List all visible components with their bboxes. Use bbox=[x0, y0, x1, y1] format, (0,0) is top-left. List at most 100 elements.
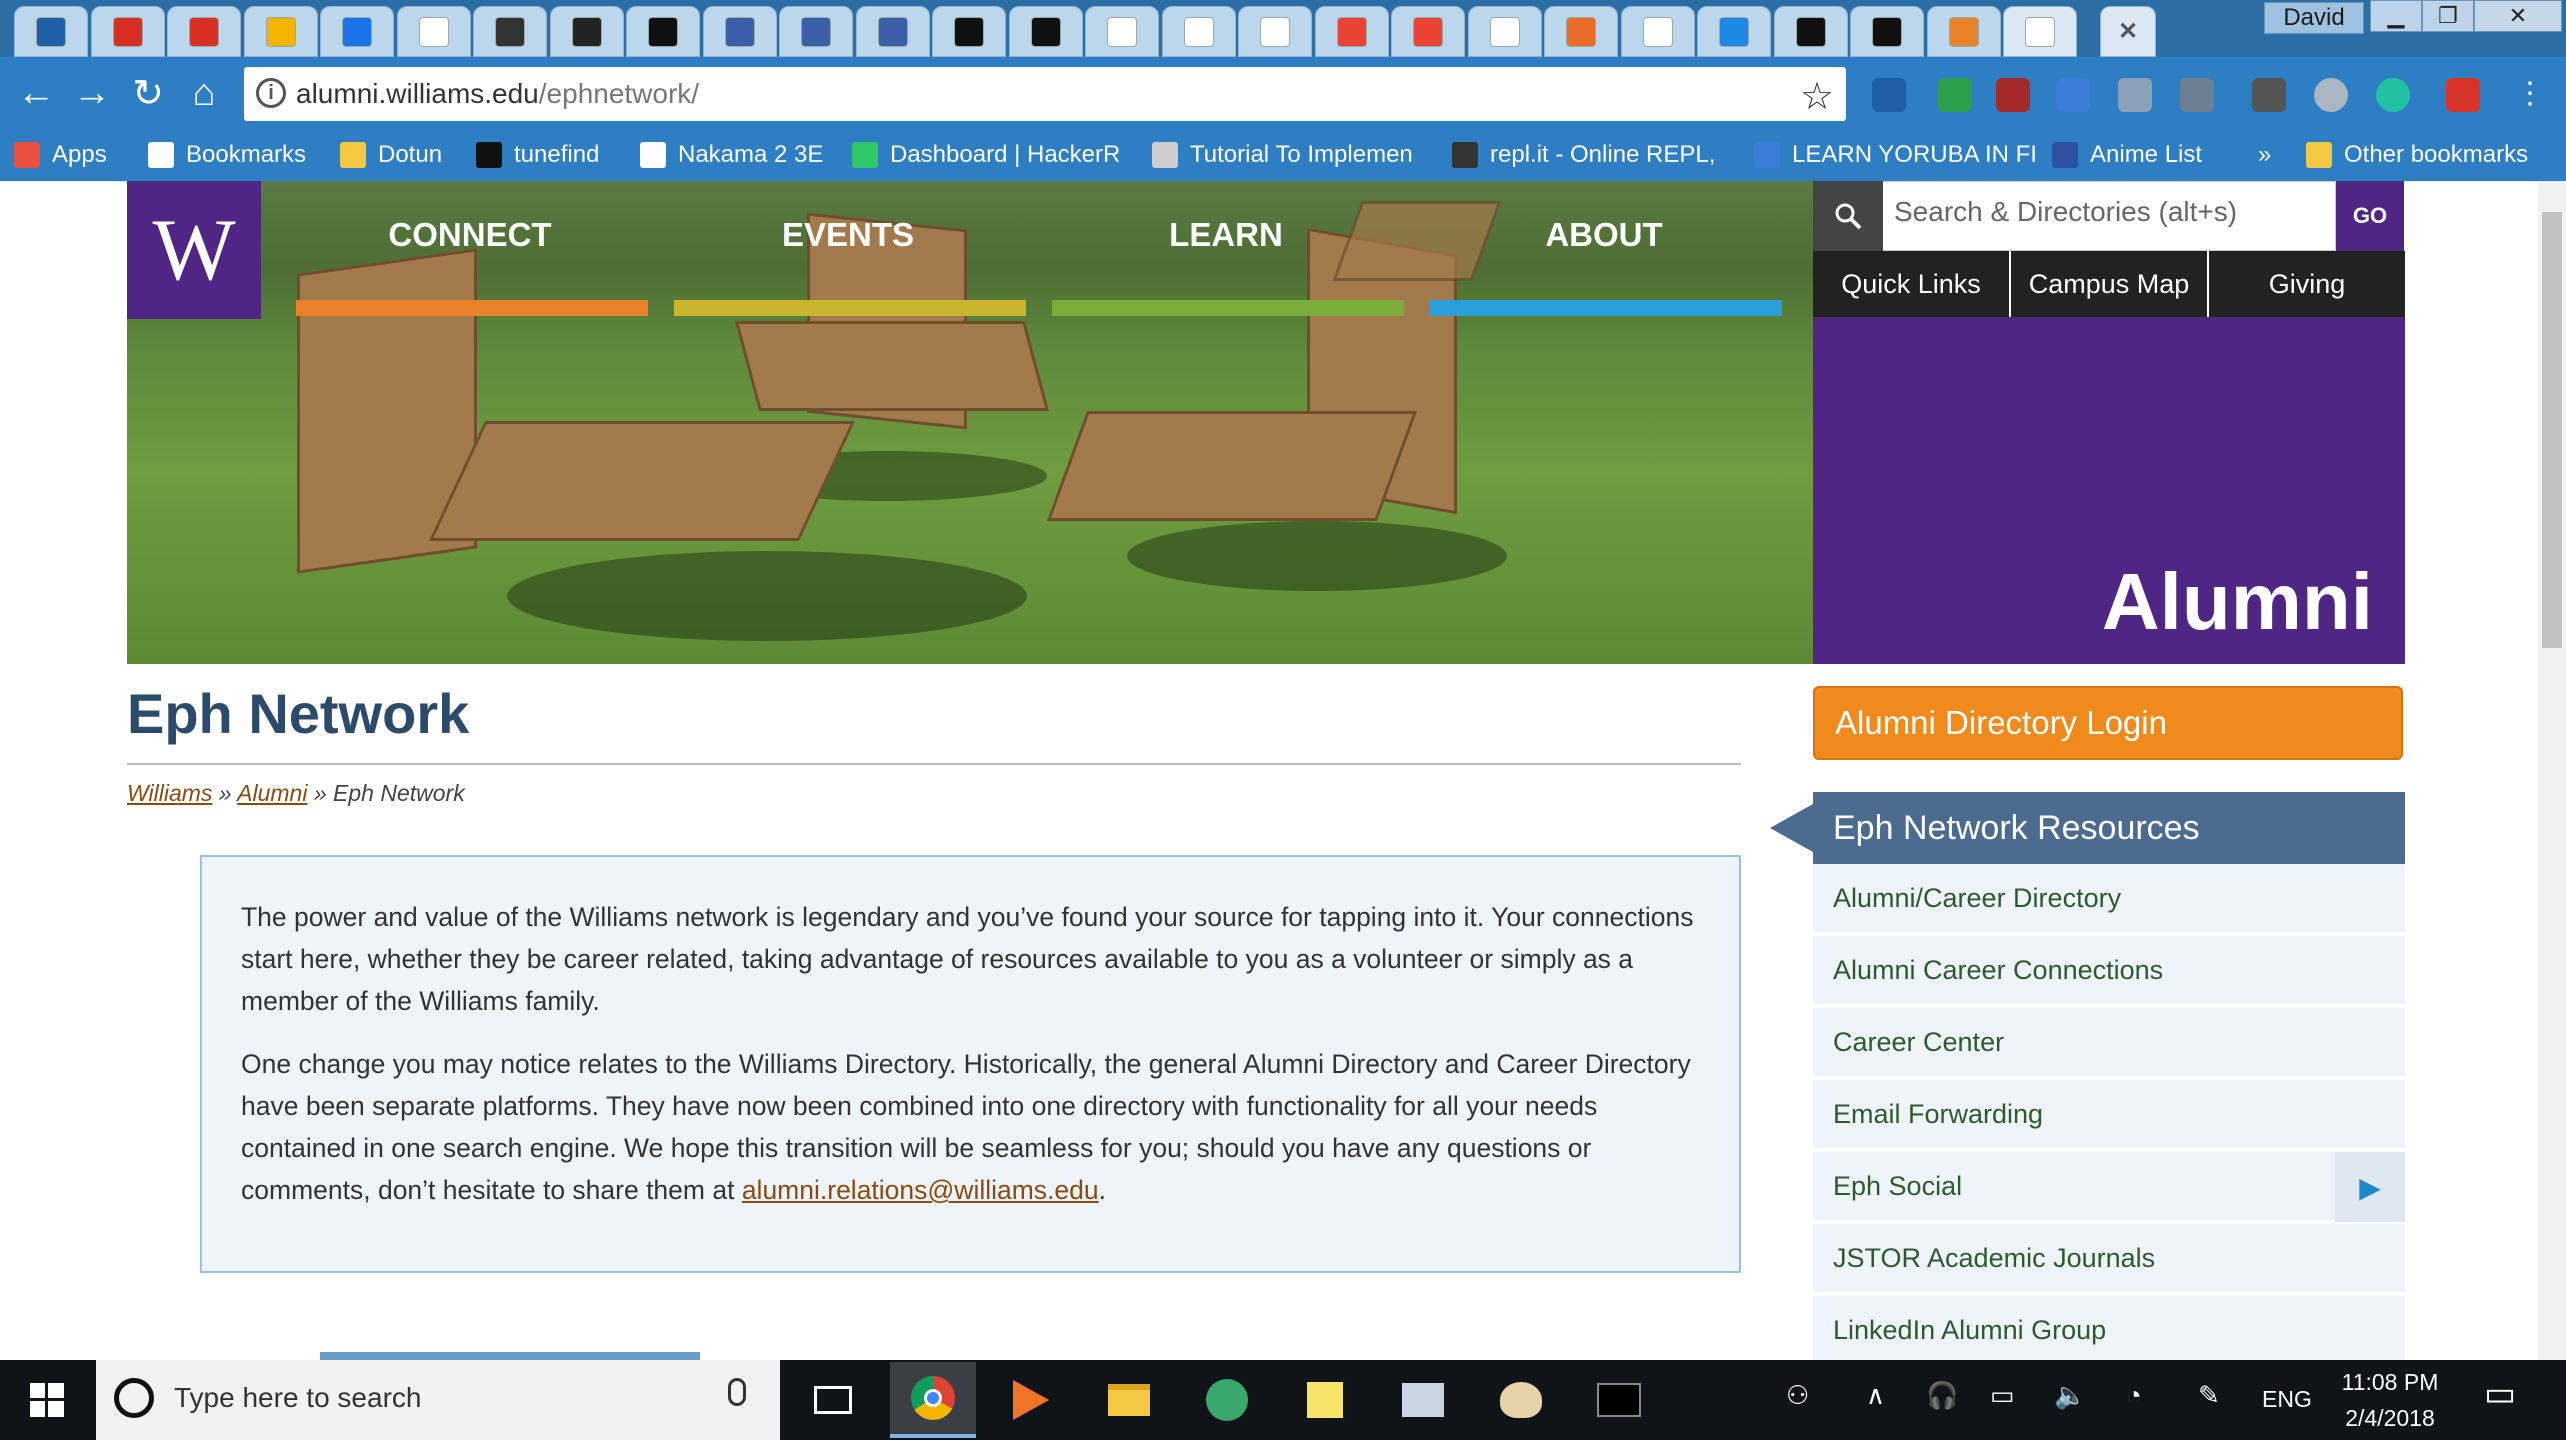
forward-icon[interactable]: → bbox=[70, 71, 114, 115]
browser-tab[interactable] bbox=[855, 6, 930, 57]
extension-icon[interactable] bbox=[2376, 78, 2410, 112]
browser-tab[interactable] bbox=[1161, 6, 1236, 57]
ublock-icon[interactable] bbox=[1996, 78, 2030, 112]
breadcrumb-alumni-link[interactable]: Alumni bbox=[237, 780, 307, 806]
sticky-notes-taskbar-icon[interactable] bbox=[1282, 1362, 1368, 1438]
browser-tab[interactable] bbox=[1926, 6, 2001, 57]
chrome-taskbar-icon[interactable] bbox=[890, 1362, 976, 1438]
browser-tab[interactable] bbox=[932, 6, 1006, 57]
search-go-button[interactable]: GO bbox=[2336, 181, 2404, 251]
bookmark-item[interactable]: Bookmarks bbox=[148, 137, 306, 173]
nav-learn[interactable]: LEARN bbox=[1052, 216, 1400, 254]
bookmark-item[interactable]: tunefind bbox=[476, 137, 599, 173]
extension-icon[interactable] bbox=[2180, 78, 2214, 112]
browser-tab[interactable] bbox=[320, 6, 394, 57]
browser-tab[interactable] bbox=[90, 6, 165, 57]
pen-icon[interactable]: ✎ bbox=[2198, 1380, 2220, 1411]
browser-tab[interactable] bbox=[1085, 6, 1159, 57]
browser-tab[interactable] bbox=[2003, 6, 2077, 57]
browser-tab[interactable] bbox=[779, 6, 853, 57]
wifi-icon[interactable]: ◔ bbox=[2126, 1380, 2142, 1411]
action-center-icon[interactable]: ▭ bbox=[2484, 1374, 2516, 1414]
people-icon[interactable]: ⚇ bbox=[1786, 1380, 1809, 1411]
task-view-icon[interactable] bbox=[790, 1362, 876, 1438]
pdf-icon[interactable] bbox=[2446, 78, 2480, 112]
browser-tab[interactable] bbox=[1544, 6, 1618, 57]
site-info-icon[interactable]: i bbox=[256, 78, 286, 108]
browser-tab[interactable] bbox=[1391, 6, 1465, 57]
tab-close-icon[interactable]: ✕ bbox=[2100, 6, 2156, 57]
campus-map-button[interactable]: Campus Map bbox=[2011, 251, 2209, 317]
microphone-icon[interactable] bbox=[728, 1378, 746, 1406]
bookmark-item[interactable]: repl.it - Online REPL, bbox=[1452, 137, 1715, 173]
bookmark-item[interactable]: Apps bbox=[14, 137, 107, 173]
bookmark-item[interactable]: Tutorial To Implemen bbox=[1152, 137, 1413, 173]
taskbar-clock[interactable]: 11:08 PM 2/4/2018 bbox=[2330, 1364, 2450, 1436]
browser-tab[interactable] bbox=[1850, 6, 1924, 57]
alumni-directory-login-button[interactable]: Alumni Directory Login bbox=[1813, 686, 2403, 760]
browser-tab[interactable] bbox=[626, 6, 700, 57]
browser-tab[interactable] bbox=[167, 6, 241, 57]
browser-tab[interactable] bbox=[1620, 6, 1695, 57]
menu-icon[interactable]: ⋮ bbox=[2508, 71, 2552, 115]
resource-link-eph-social[interactable]: Eph Social bbox=[1813, 1152, 2405, 1222]
bookmark-item[interactable]: Anime List bbox=[2052, 137, 2202, 173]
extension-icon[interactable] bbox=[1872, 78, 1906, 112]
home-icon[interactable]: ⌂ bbox=[182, 71, 226, 115]
browser-tab[interactable] bbox=[1467, 6, 1542, 57]
back-icon[interactable]: ← bbox=[14, 71, 58, 115]
media-player-taskbar-icon[interactable] bbox=[988, 1362, 1074, 1438]
browser-tab[interactable] bbox=[1314, 6, 1389, 57]
terminal-taskbar-icon[interactable] bbox=[1576, 1362, 1662, 1438]
extension-icon[interactable] bbox=[2314, 78, 2348, 112]
bookmark-star-icon[interactable]: ☆ bbox=[1800, 74, 1834, 119]
extension-icon[interactable] bbox=[2252, 78, 2286, 112]
bookmark-item[interactable]: LEARN YORUBA IN FI bbox=[1754, 137, 2037, 173]
email-link[interactable]: alumni.relations@williams.edu bbox=[742, 1175, 1099, 1205]
browser-tab[interactable] bbox=[243, 6, 318, 57]
other-bookmarks[interactable]: Other bookmarks bbox=[2306, 137, 2528, 173]
battery-icon[interactable]: ▭ bbox=[1990, 1380, 2015, 1411]
scrollbar-thumb[interactable] bbox=[2542, 212, 2562, 648]
williams-logo[interactable]: W bbox=[127, 181, 261, 319]
browser-tab[interactable] bbox=[1697, 6, 1771, 57]
bookmark-item[interactable]: Dotun bbox=[340, 137, 442, 173]
reload-icon[interactable]: ↻ bbox=[126, 71, 170, 115]
profile-button[interactable]: David bbox=[2264, 2, 2364, 34]
volume-icon[interactable]: 🔈 bbox=[2054, 1380, 2086, 1411]
paint-taskbar-icon[interactable] bbox=[1478, 1362, 1564, 1438]
bookmark-item[interactable]: Nakama 2 3E bbox=[640, 137, 823, 173]
browser-tab[interactable] bbox=[14, 6, 88, 57]
windows-start-icon[interactable] bbox=[0, 1360, 94, 1440]
quick-links-button[interactable]: Quick Links bbox=[1813, 251, 2011, 317]
resource-link-alumni-career-directory[interactable]: Alumni/Career Directory bbox=[1813, 864, 2405, 934]
language-indicator[interactable]: ENG bbox=[2262, 1386, 2312, 1413]
nav-connect[interactable]: CONNECT bbox=[296, 216, 644, 254]
taskbar-search-input[interactable]: Type here to search bbox=[174, 1382, 421, 1414]
browser-tab[interactable] bbox=[702, 6, 777, 57]
search-icon[interactable] bbox=[1813, 181, 1883, 251]
show-hidden-icons-icon[interactable]: ∧ bbox=[1866, 1380, 1885, 1411]
giving-button[interactable]: Giving bbox=[2209, 251, 2405, 317]
bookmark-item[interactable]: Dashboard | HackerR bbox=[852, 137, 1120, 173]
expand-arrow-icon[interactable]: ▶ bbox=[2335, 1152, 2405, 1222]
extension-icon[interactable] bbox=[1938, 78, 1972, 112]
translate-icon[interactable] bbox=[2056, 78, 2090, 112]
minimize-button[interactable]: ▁ bbox=[2370, 0, 2422, 32]
resource-link-linkedin[interactable]: LinkedIn Alumni Group bbox=[1813, 1296, 2405, 1366]
browser-tab[interactable] bbox=[1238, 6, 1312, 57]
nav-about[interactable]: ABOUT bbox=[1430, 216, 1778, 254]
cortana-icon[interactable] bbox=[114, 1378, 154, 1418]
browser-tab[interactable] bbox=[1008, 6, 1083, 57]
app-taskbar-icon[interactable] bbox=[1380, 1362, 1466, 1438]
browser-tab[interactable] bbox=[1773, 6, 1848, 57]
app-taskbar-icon[interactable] bbox=[1184, 1362, 1270, 1438]
resource-link-career-center[interactable]: Career Center bbox=[1813, 1008, 2405, 1078]
breadcrumb-williams-link[interactable]: Williams bbox=[127, 780, 212, 806]
browser-tab[interactable] bbox=[396, 6, 471, 57]
resource-link-alumni-career-connections[interactable]: Alumni Career Connections bbox=[1813, 936, 2405, 1006]
resource-link-email-forwarding[interactable]: Email Forwarding bbox=[1813, 1080, 2405, 1150]
close-window-button[interactable]: ✕ bbox=[2474, 0, 2562, 32]
browser-tab[interactable] bbox=[473, 6, 547, 57]
file-explorer-taskbar-icon[interactable] bbox=[1086, 1362, 1172, 1438]
